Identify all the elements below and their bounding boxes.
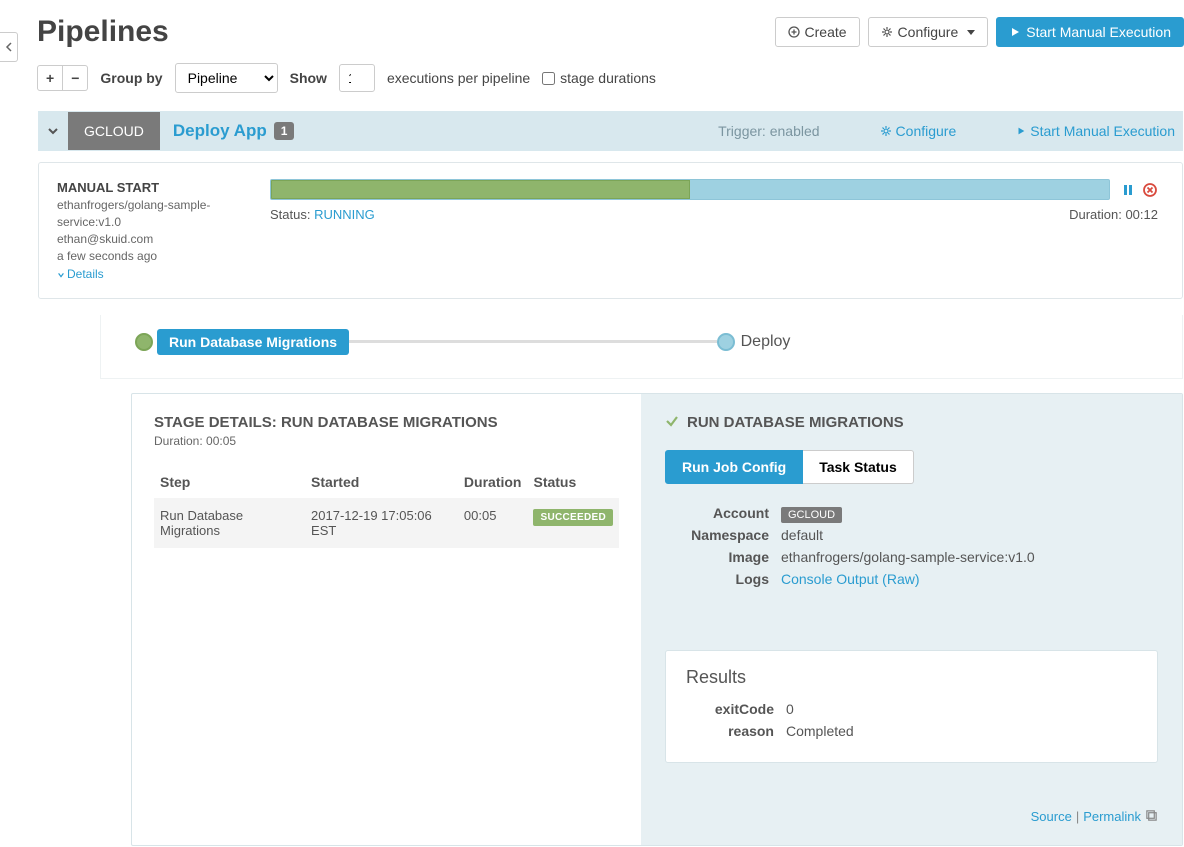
check-icon bbox=[665, 414, 679, 432]
result-exitcode-value: 0 bbox=[786, 701, 794, 717]
stage-connector bbox=[349, 340, 717, 343]
result-exitcode-label: exitCode bbox=[686, 701, 786, 717]
execution-row: MANUAL START ethanfrogers/golang-sample-… bbox=[38, 162, 1183, 299]
field-image-value: ethanfrogers/golang-sample-service:v1.0 bbox=[781, 549, 1035, 565]
collapse-all-button[interactable]: − bbox=[63, 65, 88, 91]
execution-user: ethan@skuid.com bbox=[57, 231, 242, 248]
table-row[interactable]: Run Database Migrations 2017-12-19 17:05… bbox=[154, 498, 619, 548]
steps-table: Step Started Duration Status Run Databas… bbox=[154, 466, 619, 548]
stage-durations-toggle[interactable]: stage durations bbox=[542, 70, 656, 86]
cell-started: 2017-12-19 17:05:06 EST bbox=[305, 498, 458, 548]
play-icon bbox=[1009, 26, 1021, 38]
stage-label-2[interactable]: Deploy bbox=[741, 333, 791, 351]
result-reason-label: reason bbox=[686, 723, 786, 739]
create-button[interactable]: Create bbox=[775, 17, 860, 47]
field-account-value: GCLOUD bbox=[781, 505, 842, 521]
minus-icon: − bbox=[71, 70, 79, 86]
results-box: Results exitCode 0 reason Completed bbox=[665, 650, 1158, 763]
stage-durations-checkbox[interactable] bbox=[542, 72, 555, 85]
progress-fill bbox=[271, 180, 690, 199]
execution-age: a few seconds ago bbox=[57, 248, 242, 265]
caret-left-icon bbox=[4, 42, 14, 52]
field-account-label: Account bbox=[665, 505, 781, 521]
trigger-status: Trigger: enabled bbox=[718, 123, 819, 139]
console-output-link[interactable]: Console Output (Raw) bbox=[781, 571, 920, 587]
permalink-link[interactable]: Permalink bbox=[1083, 809, 1141, 824]
show-suffix: executions per pipeline bbox=[387, 70, 530, 86]
tab-task-status[interactable]: Task Status bbox=[803, 450, 914, 484]
cancel-icon[interactable] bbox=[1142, 182, 1158, 198]
execution-status: Status: RUNNING bbox=[270, 207, 375, 222]
pipeline-start-manual-link[interactable]: Start Manual Execution bbox=[1016, 123, 1175, 139]
plus-icon: + bbox=[46, 70, 54, 86]
expand-all-button[interactable]: + bbox=[37, 65, 63, 91]
field-logs-value: Console Output (Raw) bbox=[781, 571, 920, 587]
chevron-down-icon bbox=[46, 124, 60, 138]
plus-circle-icon bbox=[788, 26, 800, 38]
field-image-label: Image bbox=[665, 549, 781, 565]
gear-icon bbox=[880, 125, 892, 137]
collapse-pipeline-toggle[interactable] bbox=[38, 124, 68, 138]
field-namespace-value: default bbox=[781, 527, 823, 543]
group-by-select[interactable]: Pipeline bbox=[175, 63, 278, 93]
page-title: Pipelines bbox=[37, 15, 169, 49]
result-reason-value: Completed bbox=[786, 723, 854, 739]
stage-details-title: STAGE DETAILS: RUN DATABASE MIGRATIONS bbox=[154, 414, 619, 431]
execution-trigger-title: MANUAL START bbox=[57, 179, 242, 197]
stage-panel-title: RUN DATABASE MIGRATIONS bbox=[665, 414, 1158, 432]
execution-details-toggle[interactable]: Details bbox=[57, 266, 104, 283]
gear-icon bbox=[881, 26, 893, 38]
pipeline-name[interactable]: Deploy App bbox=[173, 121, 267, 141]
cell-step: Run Database Migrations bbox=[154, 498, 305, 548]
show-label: Show bbox=[290, 70, 327, 86]
results-title: Results bbox=[686, 667, 1137, 688]
pipeline-configure-link[interactable]: Configure bbox=[880, 123, 957, 139]
stage-node-2[interactable] bbox=[717, 333, 735, 351]
execution-progress-bar[interactable] bbox=[270, 179, 1110, 200]
chevron-down-icon bbox=[57, 271, 65, 279]
col-started: Started bbox=[305, 466, 458, 498]
execution-count-badge: 1 bbox=[274, 122, 295, 140]
col-status: Status bbox=[527, 466, 619, 498]
show-count-input[interactable] bbox=[339, 64, 375, 92]
tab-run-job-config[interactable]: Run Job Config bbox=[665, 450, 803, 484]
col-duration: Duration bbox=[458, 466, 528, 498]
copy-icon[interactable] bbox=[1145, 809, 1158, 825]
execution-duration: Duration: 00:12 bbox=[1069, 207, 1158, 222]
field-namespace-label: Namespace bbox=[665, 527, 781, 543]
stage-node-1[interactable] bbox=[135, 333, 153, 351]
stage-label-1[interactable]: Run Database Migrations bbox=[157, 329, 349, 355]
cell-status: SUCCEEDED bbox=[527, 498, 619, 548]
configure-button[interactable]: Configure bbox=[868, 17, 989, 47]
play-icon bbox=[1016, 126, 1026, 136]
source-link[interactable]: Source bbox=[1031, 809, 1072, 824]
pause-icon[interactable] bbox=[1120, 182, 1136, 198]
group-by-label: Group by bbox=[100, 70, 162, 86]
field-logs-label: Logs bbox=[665, 571, 781, 587]
sidebar-toggle[interactable] bbox=[0, 32, 18, 62]
start-manual-execution-button[interactable]: Start Manual Execution bbox=[996, 17, 1184, 47]
account-tab[interactable]: GCLOUD bbox=[68, 112, 160, 150]
cell-duration: 00:05 bbox=[458, 498, 528, 548]
stage-details-duration: Duration: 00:05 bbox=[154, 434, 619, 448]
col-step: Step bbox=[154, 466, 305, 498]
execution-image: ethanfrogers/golang-sample-service:v1.0 bbox=[57, 197, 242, 231]
